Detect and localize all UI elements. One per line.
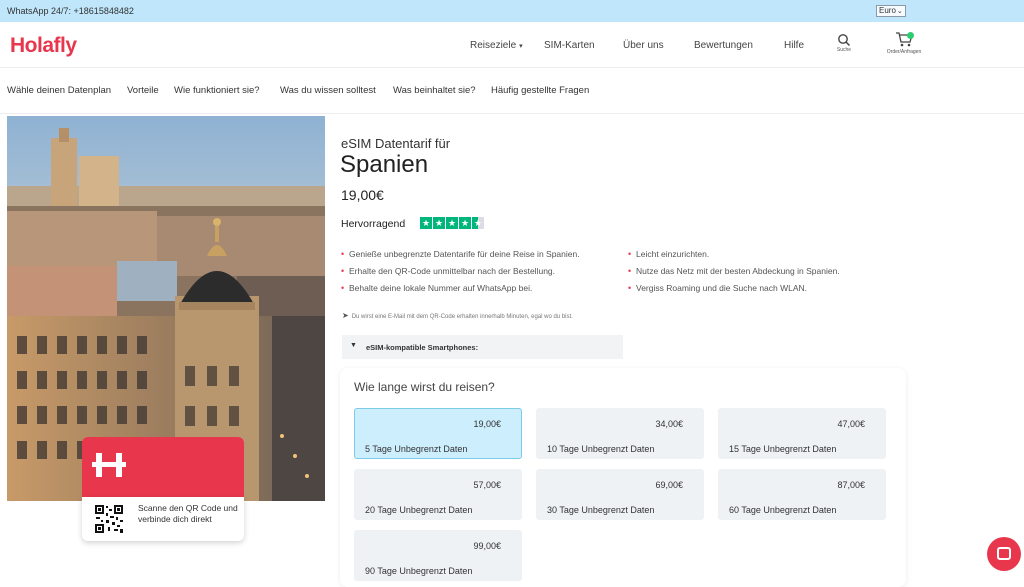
trustpilot-stars[interactable]: ★ ★ ★ ★ ★	[420, 217, 484, 229]
chevron-down-icon: ⌄	[896, 8, 903, 15]
plan-label: 10 Tage Unbegrenzt Daten	[547, 444, 655, 454]
nav-reiseziele[interactable]: Reiseziele ▾	[470, 40, 523, 51]
cart-badge	[907, 32, 914, 39]
plan-label: 90 Tage Unbegrenzt Daten	[365, 566, 473, 576]
main-header: Holafly Reiseziele ▾ SIM-Karten Über uns …	[0, 22, 1024, 68]
chat-icon	[997, 547, 1011, 560]
plan-option-10-days[interactable]: 34,00€ 10 Tage Unbegrenzt Daten	[536, 408, 704, 459]
currency-value: Euro	[879, 6, 896, 15]
email-note: ➤ Du wirst eine E-Mail mit dem QR-Code er…	[342, 311, 573, 320]
nav-hilfe[interactable]: Hilfe	[784, 40, 804, 51]
plan-price: 47,00€	[837, 419, 865, 429]
subnav-vorteile[interactable]: Vorteile	[127, 85, 159, 96]
features-right: Leicht einzurichten. Nutze das Netz mit …	[628, 249, 908, 300]
orders-label: Order/Anfragen	[886, 49, 922, 55]
subnav-beinhaltet[interactable]: Was beinhaltet sie?	[393, 85, 476, 96]
chat-button[interactable]	[987, 537, 1021, 571]
plan-label: 15 Tage Unbegrenzt Daten	[729, 444, 837, 454]
product-price: 19,00€	[341, 187, 384, 203]
search-button[interactable]: Suche	[832, 33, 856, 53]
chevron-down-icon: ▾	[519, 43, 523, 50]
cart-button[interactable]: Order/Anfragen	[880, 31, 928, 55]
plan-price: 69,00€	[655, 480, 683, 490]
plan-price: 87,00€	[837, 480, 865, 490]
scan-qr-text: Scanne den QR Code und verbinde dich dir…	[138, 503, 238, 524]
feature-item: Vergiss Roaming und die Suche nach WLAN.	[628, 283, 908, 294]
nav-bewertungen[interactable]: Bewertungen	[694, 40, 753, 51]
send-icon: ➤	[342, 311, 349, 320]
feature-item: Leicht einzurichten.	[628, 249, 908, 260]
plan-option-5-days[interactable]: 19,00€ 5 Tage Unbegrenzt Daten	[354, 408, 522, 459]
feature-item: Behalte deine lokale Nummer auf WhatsApp…	[341, 283, 611, 294]
plan-question: Wie lange wirst du reisen?	[354, 380, 495, 394]
search-icon	[838, 34, 851, 47]
plan-price: 57,00€	[473, 480, 501, 490]
plan-selector: Wie lange wirst du reisen? 19,00€ 5 Tage…	[340, 368, 906, 587]
plan-label: 30 Tage Unbegrenzt Daten	[547, 505, 655, 515]
plan-price: 99,00€	[473, 541, 501, 551]
h-logo-icon	[92, 453, 126, 477]
feature-item: Genieße unbegrenzte Datentarife für dein…	[341, 249, 611, 260]
plan-option-90-days[interactable]: 99,00€ 90 Tage Unbegrenzt Daten	[354, 530, 522, 581]
top-bar: WhatsApp 24/7: +18615848482 Euro⌄	[0, 0, 1024, 22]
star-icon: ★	[446, 217, 458, 229]
plan-price: 34,00€	[655, 419, 683, 429]
qr-code-icon	[94, 504, 124, 534]
qr-card: Scanne den QR Code und verbinde dich dir…	[82, 497, 244, 541]
subnav-wissen[interactable]: Was du wissen solltest	[280, 85, 376, 96]
star-icon: ★	[420, 217, 432, 229]
star-icon: ★	[433, 217, 445, 229]
plan-label: 20 Tage Unbegrenzt Daten	[365, 505, 473, 515]
product-pretitle: eSIM Datentarif für	[341, 136, 451, 151]
half-star-icon: ★	[472, 217, 484, 229]
plan-option-15-days[interactable]: 47,00€ 15 Tage Unbegrenzt Daten	[718, 408, 886, 459]
whatsapp-contact[interactable]: WhatsApp 24/7: +18615848482	[7, 6, 134, 16]
plan-option-60-days[interactable]: 87,00€ 60 Tage Unbegrenzt Daten	[718, 469, 886, 520]
section-nav: Wähle deinen Datenplan Vorteile Wie funk…	[0, 68, 1024, 114]
email-note-text: Du wirst eine E-Mail mit dem QR-Code erh…	[351, 314, 573, 320]
subnav-faq[interactable]: Häufig gestellte Fragen	[491, 85, 589, 96]
rating-label: Hervorragend	[341, 218, 406, 230]
compatible-phones-label: eSIM-kompatible Smartphones:	[366, 343, 479, 352]
subnav-funktion[interactable]: Wie funktioniert sie?	[174, 85, 260, 96]
holafly-h-logo	[92, 451, 128, 486]
plan-label: 60 Tage Unbegrenzt Daten	[729, 505, 837, 515]
product-title: Spanien	[340, 151, 429, 178]
feature-item: Nutze das Netz mit der besten Abdeckung …	[628, 266, 908, 277]
feature-item: Erhalte den QR-Code unmittelbar nach der…	[341, 266, 611, 277]
subnav-datenplan[interactable]: Wähle deinen Datenplan	[7, 85, 111, 96]
plan-option-30-days[interactable]: 69,00€ 30 Tage Unbegrenzt Daten	[536, 469, 704, 520]
triangle-down-icon: ▼	[350, 342, 357, 349]
search-label: Suche	[836, 47, 852, 53]
currency-select[interactable]: Euro⌄	[876, 5, 906, 17]
nav-reiseziele-label: Reiseziele	[470, 40, 517, 51]
compatible-phones-toggle[interactable]: ▼ eSIM-kompatible Smartphones:	[342, 335, 623, 359]
nav-ueber-uns[interactable]: Über uns	[623, 40, 664, 51]
nav-sim-karten[interactable]: SIM-Karten	[544, 40, 595, 51]
plan-price: 19,00€	[473, 419, 501, 429]
star-icon: ★	[459, 217, 471, 229]
holafly-logo[interactable]: Holafly	[10, 34, 77, 58]
plan-label: 5 Tage Unbegrenzt Daten	[365, 444, 468, 454]
plan-option-20-days[interactable]: 57,00€ 20 Tage Unbegrenzt Daten	[354, 469, 522, 520]
holafly-esim-card	[82, 437, 244, 499]
features-left: Genieße unbegrenzte Datentarife für dein…	[341, 249, 611, 300]
